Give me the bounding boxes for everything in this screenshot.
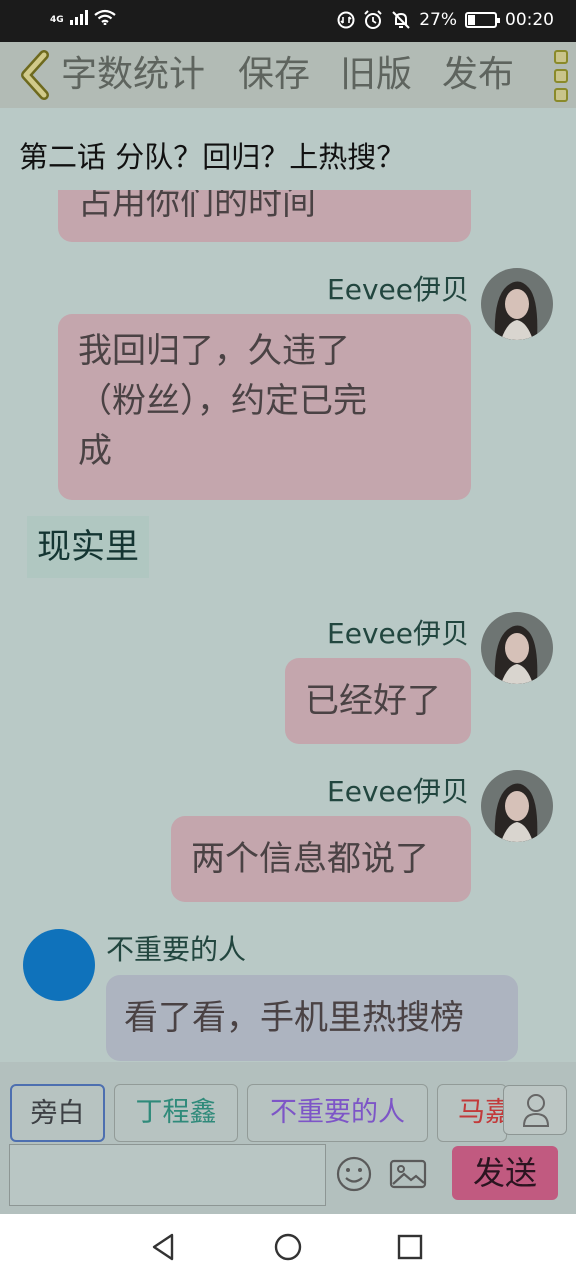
alarm-icon [364, 10, 382, 29]
chapter-header: 第二话 分队？回归？上热搜？ [0, 108, 576, 190]
image-icon[interactable] [388, 1154, 428, 1194]
message-bubble[interactable]: 我回归了，久违了 （粉丝），约定已完 成 [58, 314, 471, 500]
speaker-name: Eevee伊贝 [327, 273, 469, 306]
speaker-name: 不重要的人 [106, 933, 247, 966]
avatar-photo [481, 612, 553, 684]
battery-percent: 27% [419, 10, 457, 30]
home-circle-icon[interactable] [272, 1231, 304, 1263]
avatar[interactable] [23, 929, 95, 1001]
save-button[interactable]: 保存 [238, 55, 310, 95]
battery-icon [465, 12, 500, 28]
chevron-left-icon[interactable] [14, 50, 54, 100]
old-version-button[interactable]: 旧版 [340, 55, 412, 95]
clock: 00:20 [505, 10, 554, 30]
word-count-button[interactable]: 字数统计 [61, 55, 205, 95]
message-line: 我回归了，久违了 [78, 331, 350, 371]
character-chip[interactable]: 不重要的人 [247, 1084, 428, 1142]
avatar[interactable] [481, 770, 553, 842]
character-chip[interactable]: 丁程鑫 [114, 1084, 238, 1142]
message-text: 已经好了 [305, 681, 441, 721]
chat-area[interactable]: 占用你们的时间 Eevee伊贝 我回归了，久违了 （粉丝），约定已完 成 现实里… [0, 190, 576, 1062]
message-bubble[interactable]: 看了看，手机里热搜榜 [106, 975, 518, 1061]
character-manager-button[interactable] [503, 1085, 567, 1135]
emoji-icon[interactable] [334, 1154, 374, 1194]
send-button[interactable]: 发送 [452, 1146, 558, 1200]
message-line: （粉丝），约定已完 [78, 381, 367, 421]
chapter-title[interactable]: 第二话 分队？回归？上热搜？ [19, 134, 405, 176]
narration-text: 现实里 [37, 527, 139, 567]
avatar[interactable] [481, 268, 553, 340]
narration-block[interactable]: 现实里 [27, 516, 149, 578]
editor-toolbar: 字数统计 保存 旧版 发布 [0, 42, 576, 108]
mute-bell-icon [392, 11, 410, 29]
back-triangle-icon[interactable] [148, 1231, 180, 1263]
signal-indicator: 4G [50, 9, 116, 25]
message-input[interactable] [9, 1144, 326, 1206]
message-line: 成 [78, 431, 112, 471]
message-bubble[interactable]: 已经好了 [285, 658, 471, 744]
avatar[interactable] [481, 612, 553, 684]
avatar-photo [481, 770, 553, 842]
message-text: 占用你们的时间 [78, 190, 316, 223]
recent-square-icon[interactable] [394, 1231, 426, 1263]
speaker-name: Eevee伊贝 [327, 775, 469, 808]
avatar-photo [481, 268, 553, 340]
message-text: 看了看，手机里热搜榜 [124, 998, 464, 1038]
publish-button[interactable]: 发布 [442, 55, 514, 95]
message-bubble[interactable]: 占用你们的时间 [58, 190, 471, 242]
message-text: 两个信息都说了 [191, 839, 429, 879]
person-icon [522, 1094, 550, 1127]
character-chip[interactable]: 马嘉 [437, 1084, 507, 1142]
data-saver-icon [337, 11, 355, 29]
message-bubble[interactable]: 两个信息都说了 [171, 816, 471, 902]
signal-bars-icon [69, 9, 88, 25]
more-menu-icon[interactable] [554, 50, 570, 102]
wifi-icon [93, 9, 116, 25]
network-type: 4G [50, 15, 64, 25]
composer-panel: 旁白 丁程鑫 不重要的人 马嘉 发送 [0, 1062, 576, 1214]
speaker-name: Eevee伊贝 [327, 617, 469, 650]
status-bar: 4G 27% 00:20 [0, 0, 576, 42]
system-nav-bar [0, 1214, 576, 1280]
character-chip-narrator[interactable]: 旁白 [10, 1084, 105, 1142]
